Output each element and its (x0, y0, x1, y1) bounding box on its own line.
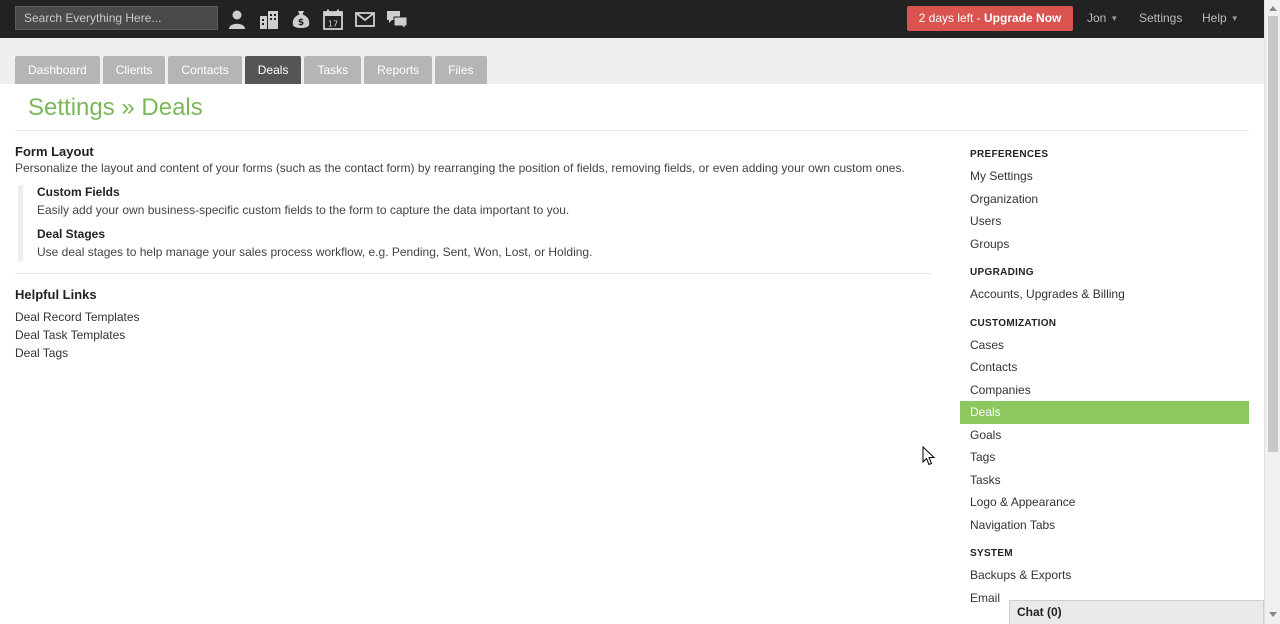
section-divider (15, 273, 932, 274)
sidebar-heading-system: SYSTEM (970, 548, 1013, 559)
sidebar-heading-preferences: PREFERENCES (970, 149, 1049, 160)
sidebar-item-organization[interactable]: Organization (960, 188, 1249, 211)
custom-fields-option[interactable]: Custom Fields Easily add your own busine… (37, 185, 935, 227)
svg-text:$: $ (298, 18, 304, 28)
upgrade-button[interactable]: 2 days left - Upgrade Now (907, 6, 1073, 31)
upgrade-now-text: Upgrade Now (984, 11, 1062, 25)
sidebar-item-companies[interactable]: Companies (960, 379, 1249, 402)
search-input[interactable] (15, 6, 218, 30)
scroll-down-arrow-icon[interactable] (1269, 612, 1277, 617)
deal-task-templates-link[interactable]: Deal Task Templates (15, 328, 935, 342)
sidebar-item-my-settings[interactable]: My Settings (960, 165, 1249, 188)
main-content: Form Layout Personalize the layout and c… (15, 144, 935, 360)
sidebar-item-logo-appearance[interactable]: Logo & Appearance (960, 491, 1249, 514)
deals-icon[interactable]: $ (290, 8, 312, 30)
form-layout-options: Custom Fields Easily add your own busine… (18, 185, 935, 261)
form-layout-heading: Form Layout (15, 144, 94, 159)
sidebar-item-contacts[interactable]: Contacts (960, 356, 1249, 379)
top-bar: $ 17 2 days left - Upgrade Now Jon▼ Sett… (0, 0, 1264, 39)
scrollbar-thumb[interactable] (1268, 16, 1278, 452)
sidebar-heading-upgrading: UPGRADING (970, 267, 1034, 278)
tab-contacts[interactable]: Contacts (168, 56, 242, 84)
deal-stages-desc: Use deal stages to help manage your sale… (37, 245, 593, 259)
help-menu[interactable]: Help ▼ (1202, 11, 1239, 25)
tab-files[interactable]: Files (435, 56, 487, 84)
trial-days-text: 2 days left - (918, 11, 985, 25)
sidebar-item-cases[interactable]: Cases (960, 334, 1249, 357)
deal-stages-option[interactable]: Deal Stages Use deal stages to help mana… (37, 227, 935, 261)
form-layout-description: Personalize the layout and content of yo… (15, 161, 905, 175)
title-divider (15, 130, 1249, 131)
sidebar-item-tasks[interactable]: Tasks (960, 469, 1249, 492)
sidebar-item-deals[interactable]: Deals (960, 401, 1249, 424)
custom-fields-title[interactable]: Custom Fields (37, 185, 935, 199)
quick-add-icons: $ 17 (226, 8, 408, 30)
add-contact-icon[interactable] (226, 8, 248, 30)
scroll-up-arrow-icon[interactable] (1269, 6, 1277, 11)
chevron-down-icon: ▼ (1230, 14, 1239, 23)
mouse-pointer-icon (922, 446, 935, 466)
settings-link[interactable]: Settings (1139, 11, 1182, 25)
companies-icon[interactable] (258, 8, 280, 30)
tab-tasks[interactable]: Tasks (304, 56, 362, 84)
chevron-down-icon: ▼ (1110, 14, 1119, 23)
sidebar-item-users[interactable]: Users (960, 210, 1249, 233)
tab-clients[interactable]: Clients (102, 56, 166, 84)
custom-fields-desc: Easily add your own business-specific cu… (37, 203, 570, 217)
chat-bubbles-icon[interactable] (386, 8, 408, 30)
helpful-links-heading: Helpful Links (15, 287, 97, 302)
tab-reports[interactable]: Reports (364, 56, 433, 84)
page-title: Settings » Deals (28, 94, 203, 121)
email-icon[interactable] (354, 8, 376, 30)
user-menu[interactable]: Jon ▼ (1087, 11, 1118, 25)
tab-bar: Dashboard Clients Contacts Deals Tasks R… (0, 38, 1264, 84)
sidebar-item-tags[interactable]: Tags (960, 446, 1249, 469)
help-menu-label: Help (1202, 11, 1227, 25)
sidebar-item-backups-exports[interactable]: Backups & Exports (960, 564, 1249, 587)
sidebar-item-goals[interactable]: Goals (960, 424, 1249, 447)
settings-link-label: Settings (1139, 11, 1183, 25)
sidebar-item-navigation-tabs[interactable]: Navigation Tabs (960, 514, 1249, 537)
sidebar-item-accounts-billing[interactable]: Accounts, Upgrades & Billing (960, 283, 1249, 306)
chat-label: Chat (0) (1017, 605, 1062, 619)
page-scrollbar[interactable] (1264, 0, 1280, 624)
calendar-icon[interactable]: 17 (322, 8, 344, 30)
svg-text:17: 17 (328, 20, 338, 29)
deal-tags-link[interactable]: Deal Tags (15, 346, 935, 360)
user-menu-label: Jon (1087, 11, 1107, 25)
tab-deals[interactable]: Deals (244, 56, 302, 84)
deal-record-templates-link[interactable]: Deal Record Templates (15, 310, 935, 324)
deal-stages-title[interactable]: Deal Stages (37, 227, 935, 241)
settings-sidebar: PREFERENCES My Settings Organization Use… (960, 149, 1249, 609)
sidebar-heading-customization: CUSTOMIZATION (970, 317, 1057, 329)
sidebar-item-groups[interactable]: Groups (960, 233, 1249, 256)
chat-widget[interactable]: Chat (0) (1009, 600, 1264, 624)
tab-dashboard[interactable]: Dashboard (15, 56, 100, 84)
